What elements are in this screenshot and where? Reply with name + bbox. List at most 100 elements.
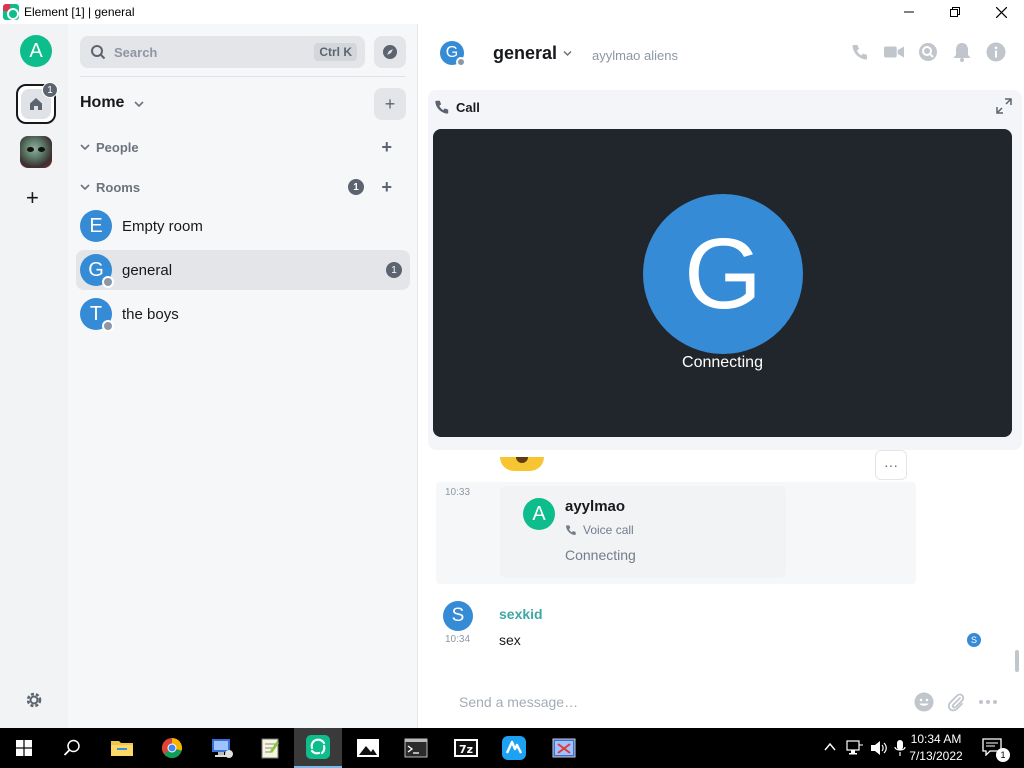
7zip-icon: 7z: [454, 739, 478, 757]
video-call-button[interactable]: [884, 42, 904, 62]
more-options-button[interactable]: [978, 692, 998, 712]
room-info-button[interactable]: [986, 42, 1006, 62]
room-search-button[interactable]: [918, 42, 938, 62]
room-header-avatar[interactable]: G: [440, 41, 466, 67]
phone-icon: [566, 525, 576, 535]
public-room-icon: [102, 320, 114, 332]
emoji-icon: [914, 692, 934, 712]
read-receipt-avatar[interactable]: S: [967, 633, 981, 647]
explore-rooms-button[interactable]: [374, 36, 406, 68]
sender-avatar[interactable]: A: [523, 498, 555, 530]
minimize-icon: [904, 11, 914, 13]
room-unread-badge: 1: [386, 262, 402, 278]
alien-space-avatar[interactable]: [20, 136, 52, 168]
taskbar-notepad-plus[interactable]: [246, 728, 294, 768]
chevron-down-icon[interactable]: [134, 100, 144, 108]
room-view: G general ayylmao aliens Call G Connecti…: [418, 24, 1024, 728]
search-icon: [91, 45, 106, 60]
start-button[interactable]: [0, 728, 48, 768]
chevron-down-icon: [80, 184, 90, 191]
notification-count-badge: 1: [996, 748, 1010, 762]
image-icon: [357, 739, 379, 757]
room-list-panel: Search Ctrl K Home + People + Rooms 1 + …: [68, 24, 418, 728]
paperclip-icon: [947, 693, 965, 712]
add-room-section-button[interactable]: +: [381, 178, 392, 196]
message-options-button[interactable]: ···: [875, 450, 907, 480]
bell-icon: [954, 43, 970, 62]
taskbar-photos[interactable]: [344, 728, 392, 768]
call-status: Connecting: [682, 354, 763, 371]
taskbar-search-button[interactable]: [48, 728, 96, 768]
microphone-icon[interactable]: [894, 739, 906, 757]
call-event-status: Connecting: [565, 547, 636, 563]
sender-name[interactable]: sexkid: [499, 606, 543, 622]
public-room-icon: [456, 57, 466, 67]
taskbar-clock[interactable]: 10:34 AM 7/13/2022: [906, 731, 966, 765]
people-section-label: People: [96, 139, 139, 155]
call-panel: Call G Connecting: [428, 90, 1022, 450]
divider: [80, 76, 406, 77]
taskbar-app-blue[interactable]: [490, 728, 538, 768]
search-shortcut: Ctrl K: [314, 43, 357, 61]
call-type: Voice call: [583, 523, 634, 537]
user-avatar[interactable]: A: [20, 35, 52, 67]
timeline-scrollbar[interactable]: [1015, 650, 1019, 672]
action-center-button[interactable]: 1: [982, 738, 1010, 762]
clock-time: 10:34 AM: [910, 732, 962, 746]
compass-icon: [383, 45, 397, 59]
close-window-button[interactable]: [978, 0, 1024, 24]
message-input[interactable]: Send a message…: [459, 694, 578, 710]
message-timestamp: 10:33: [445, 487, 471, 498]
room-header-name[interactable]: general: [493, 43, 557, 64]
svg-text:7z: 7z: [459, 743, 473, 756]
room-list-item-general[interactable]: G general 1: [76, 250, 410, 290]
clock-date: 7/13/2022: [909, 749, 963, 763]
chrome-icon: [162, 738, 183, 759]
chevron-down-icon[interactable]: [563, 50, 572, 57]
call-view[interactable]: G Connecting: [433, 129, 1012, 437]
taskbar-file-explorer[interactable]: [98, 728, 146, 768]
room-topic: ayylmao aliens: [592, 48, 678, 63]
room-list-item-the-boys[interactable]: T the boys: [76, 294, 410, 334]
taskbar-terminal[interactable]: [392, 728, 440, 768]
restore-button[interactable]: [932, 0, 978, 24]
search-button[interactable]: Search Ctrl K: [80, 36, 365, 68]
message-body: sex: [499, 632, 521, 648]
add-room-button[interactable]: +: [374, 88, 406, 120]
taskbar-chrome[interactable]: [148, 728, 196, 768]
element-app-icon: [306, 735, 330, 759]
message-composer: Send a message…: [418, 680, 1024, 728]
folder-icon: [111, 741, 133, 756]
rooms-unread-badge: 1: [348, 179, 364, 195]
call-caller-name[interactable]: ayylmao: [565, 498, 625, 515]
volume-icon[interactable]: [870, 740, 888, 756]
terminal-icon: [404, 738, 428, 758]
home-title[interactable]: Home: [80, 94, 124, 112]
taskbar-7zip[interactable]: 7z: [442, 728, 490, 768]
rooms-section-label: Rooms: [96, 179, 141, 195]
tray-chevron-up-icon[interactable]: [824, 742, 836, 752]
taskbar-snipping-tool[interactable]: [540, 728, 588, 768]
quick-settings-gear-icon[interactable]: [24, 690, 44, 710]
room-header: G general ayylmao aliens: [418, 24, 1024, 82]
notifications-button[interactable]: [952, 42, 972, 62]
voice-call-button[interactable]: [850, 42, 870, 62]
scissors-icon: [552, 738, 576, 758]
people-section-header[interactable]: People +: [80, 137, 406, 157]
create-space-button[interactable]: +: [26, 187, 39, 209]
taskbar-element[interactable]: [294, 728, 342, 768]
call-panel-label: Call: [456, 100, 480, 115]
network-icon[interactable]: [846, 740, 864, 756]
maximize-call-icon[interactable]: [996, 98, 1012, 114]
room-list-item-empty-room[interactable]: E Empty room: [76, 206, 410, 246]
start-chat-button[interactable]: +: [381, 138, 392, 156]
search-icon: [919, 43, 937, 61]
taskbar-remote-desktop[interactable]: [198, 728, 246, 768]
rooms-section-header[interactable]: Rooms 1 +: [80, 177, 406, 197]
emoji-button[interactable]: [914, 692, 934, 712]
sender-avatar[interactable]: S: [443, 601, 473, 631]
attachment-button[interactable]: [946, 692, 966, 712]
room-avatar: E: [80, 210, 112, 242]
minimize-button[interactable]: [886, 0, 932, 24]
public-room-icon: [102, 276, 114, 288]
